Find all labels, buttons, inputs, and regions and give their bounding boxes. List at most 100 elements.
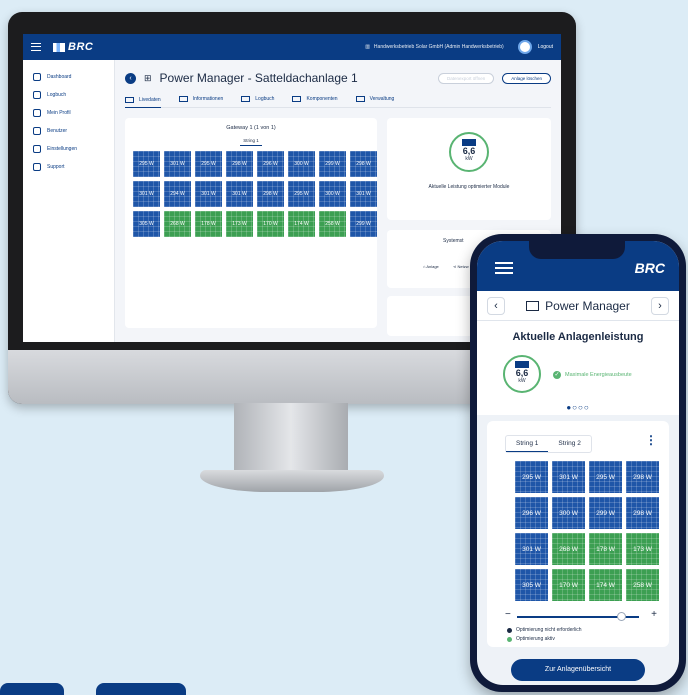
phone-power-card: Aktuelle Anlagenleistung 6,6 kW ✓ Maxima… bbox=[477, 321, 679, 415]
monitor-base bbox=[200, 470, 384, 492]
legend-dot bbox=[507, 636, 512, 642]
company-name[interactable]: ▥ Handwerksbetrieb Solar GmbH (Admin Han… bbox=[365, 44, 504, 50]
solar-module[interactable]: 298 W bbox=[626, 497, 659, 529]
tab-string-1[interactable]: String 1 bbox=[506, 436, 549, 452]
solar-module[interactable]: 295 W bbox=[589, 461, 622, 493]
solar-module[interactable]: 174 W bbox=[288, 211, 315, 237]
phone-nav: ‹ Power Manager › bbox=[477, 291, 679, 321]
logbook-icon bbox=[33, 91, 41, 99]
sidebar-item-support[interactable]: Support bbox=[23, 158, 114, 176]
solar-module[interactable]: 268 W bbox=[164, 211, 191, 237]
tab-livedaten[interactable]: Livedaten bbox=[125, 96, 161, 108]
solar-module[interactable]: 299 W bbox=[589, 497, 622, 529]
solar-module[interactable]: 170 W bbox=[257, 211, 284, 237]
sidebar: Dashboard Logbuch Mein Profil Benutzer E… bbox=[23, 60, 115, 342]
check-icon: ✓ bbox=[553, 371, 561, 379]
slider-knob[interactable] bbox=[617, 612, 626, 621]
solar-module[interactable]: 298 W bbox=[626, 461, 659, 493]
overview-button[interactable]: Zur Anlagenübersicht bbox=[511, 659, 645, 681]
solar-module[interactable]: 295 W bbox=[133, 151, 160, 177]
tab-komponenten[interactable]: Komponenten bbox=[292, 96, 338, 102]
solar-module[interactable]: 258 W bbox=[626, 569, 659, 601]
solar-module[interactable]: 173 W bbox=[626, 533, 659, 565]
prev-arrow-icon[interactable]: ‹ bbox=[487, 296, 505, 315]
power-unit: kW bbox=[518, 378, 526, 384]
plus-icon[interactable]: + bbox=[651, 609, 657, 620]
solar-module[interactable]: 294 W bbox=[164, 181, 191, 207]
menu-icon[interactable] bbox=[31, 43, 41, 51]
solar-module[interactable]: 295 W bbox=[288, 181, 315, 207]
app-topbar: BRC ▥ Handwerksbetrieb Solar GmbH (Admin… bbox=[23, 34, 561, 60]
solar-module[interactable]: 174 W bbox=[589, 569, 622, 601]
solar-module[interactable]: 301 W bbox=[226, 181, 253, 207]
solar-module[interactable]: 178 W bbox=[195, 211, 222, 237]
solar-module[interactable]: 298 W bbox=[226, 151, 253, 177]
system-item-netzwerk[interactable]: ⋖ Netzw bbox=[453, 264, 469, 269]
logo-mark-icon bbox=[53, 42, 65, 52]
smartphone: BRC ‹ Power Manager › Aktuelle Anlagenle… bbox=[470, 234, 686, 692]
avatar[interactable] bbox=[517, 40, 532, 54]
solar-module[interactable]: 300 W bbox=[319, 181, 346, 207]
solar-module[interactable]: 268 W bbox=[552, 533, 585, 565]
solar-module[interactable]: 301 W bbox=[552, 461, 585, 493]
solar-module[interactable]: 178 W bbox=[589, 533, 622, 565]
phone-notch bbox=[529, 241, 625, 259]
tab-informationen[interactable]: Informationen bbox=[178, 96, 223, 102]
sidebar-item-logbuch[interactable]: Logbuch bbox=[23, 86, 114, 104]
solar-module[interactable]: 296 W bbox=[515, 497, 548, 529]
solar-module[interactable]: 305 W bbox=[133, 211, 160, 237]
solar-module[interactable]: 173 W bbox=[226, 211, 253, 237]
solar-module[interactable]: 299 W bbox=[319, 151, 346, 177]
sidebar-item-dashboard[interactable]: Dashboard bbox=[23, 68, 114, 86]
page-title: Power Manager - Satteldachanlage 1 bbox=[159, 71, 358, 85]
minus-icon[interactable]: − bbox=[505, 609, 511, 620]
solar-module[interactable]: 299 W bbox=[350, 211, 377, 237]
solar-module[interactable]: 300 W bbox=[288, 151, 315, 177]
tab-logbuch[interactable]: Logbuch bbox=[241, 96, 274, 102]
sidebar-item-settings[interactable]: Einstellungen bbox=[23, 140, 114, 158]
power-ring: 6,6 kW bbox=[503, 355, 541, 393]
export-button[interactable]: Datenexport öffnen bbox=[438, 72, 495, 84]
solar-module[interactable]: 300 W bbox=[552, 497, 585, 529]
bottom-tab-2 bbox=[96, 683, 186, 695]
legend-dot bbox=[507, 627, 512, 633]
menu-icon[interactable] bbox=[495, 262, 513, 274]
gear-icon bbox=[33, 145, 41, 153]
delete-system-button[interactable]: Anlage löschen bbox=[502, 72, 551, 84]
power-label: Aktuelle Leistung optimierter Module bbox=[428, 184, 510, 190]
power-title: Aktuelle Anlagenleistung bbox=[512, 331, 644, 343]
solar-module[interactable]: 296 W bbox=[257, 151, 284, 177]
solar-module[interactable]: 298 W bbox=[350, 151, 377, 177]
solar-module[interactable]: 295 W bbox=[195, 151, 222, 177]
zoom-slider[interactable]: − + bbox=[505, 609, 657, 621]
system-title: Systemst bbox=[443, 238, 464, 244]
back-button[interactable]: ‹ bbox=[125, 72, 136, 84]
power-card: 6,6 kW Aktuelle Leistung optimierter Mod… bbox=[387, 118, 551, 220]
solar-module[interactable]: 301 W bbox=[515, 533, 548, 565]
solar-module[interactable]: 305 W bbox=[515, 569, 548, 601]
sidebar-item-users[interactable]: Benutzer bbox=[23, 122, 114, 140]
string-tab[interactable]: String 1 bbox=[125, 138, 377, 146]
legend-active: Optimierung aktiv bbox=[507, 636, 555, 642]
system-item-anlage[interactable]: ⌂ Anlage bbox=[423, 264, 439, 269]
solar-module[interactable]: 301 W bbox=[164, 151, 191, 177]
components-icon bbox=[292, 96, 302, 102]
carousel-dots[interactable]: ●○○○ bbox=[477, 403, 679, 412]
more-options-icon[interactable]: ⋮ bbox=[645, 433, 657, 447]
sidebar-item-profile[interactable]: Mein Profil bbox=[23, 104, 114, 122]
solar-module[interactable]: 301 W bbox=[350, 181, 377, 207]
string-tabs: String 1 String 2 bbox=[505, 435, 592, 453]
solar-module[interactable]: 170 W bbox=[552, 569, 585, 601]
logout-button[interactable]: Logout bbox=[538, 44, 553, 50]
next-arrow-icon[interactable]: › bbox=[651, 296, 669, 315]
solar-module[interactable]: 301 W bbox=[195, 181, 222, 207]
gateway-title: Gateway 1 (1 von 1) bbox=[226, 125, 276, 131]
solar-module[interactable]: 295 W bbox=[515, 461, 548, 493]
status-badge: ✓ Maximale Energieausbeute bbox=[553, 371, 632, 379]
tab-verwaltung[interactable]: Verwaltung bbox=[355, 96, 394, 102]
solar-module[interactable]: 258 W bbox=[319, 211, 346, 237]
tab-string-2[interactable]: String 2 bbox=[548, 436, 590, 452]
network-icon: ⋖ bbox=[453, 264, 457, 269]
solar-module[interactable]: 301 W bbox=[133, 181, 160, 207]
solar-module[interactable]: 298 W bbox=[257, 181, 284, 207]
